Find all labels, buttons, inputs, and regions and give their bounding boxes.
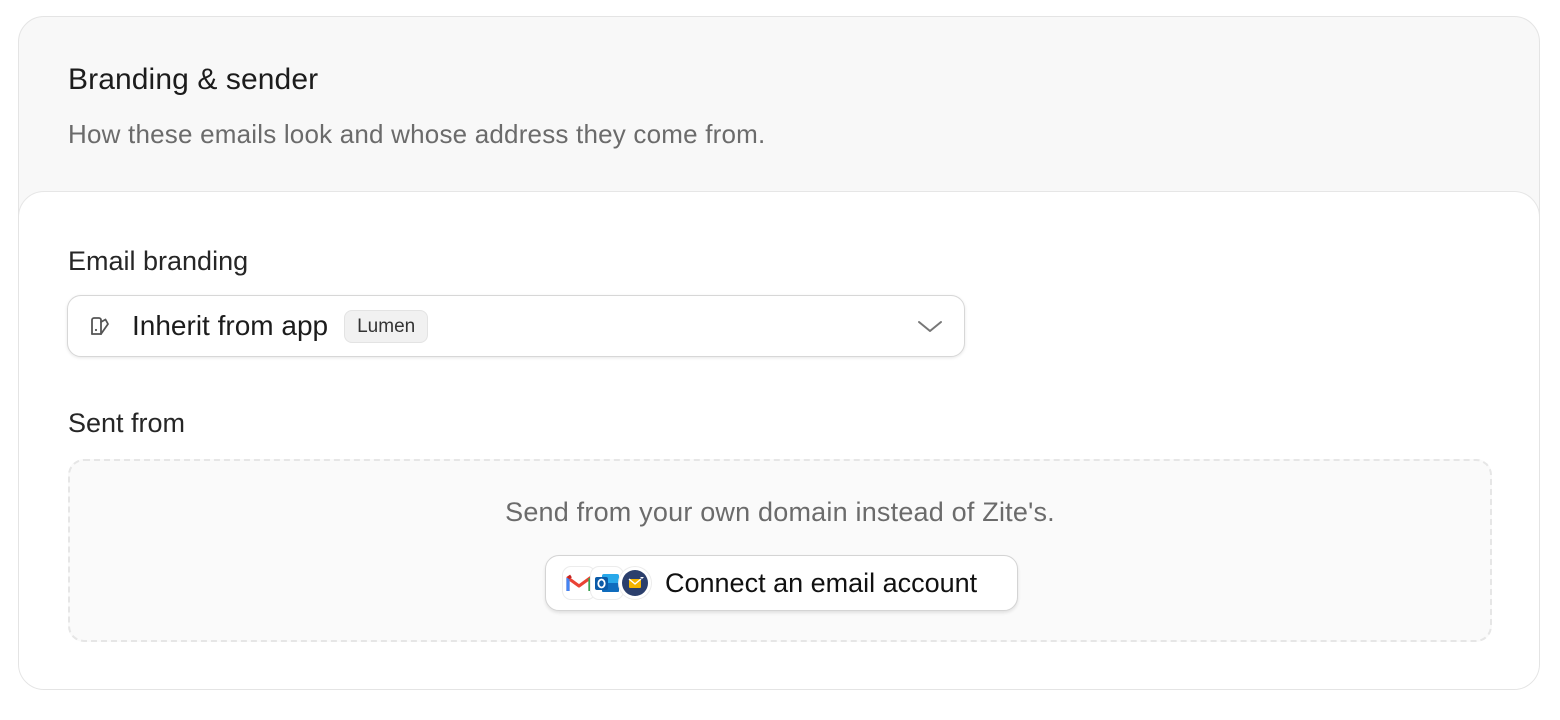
email-branding-select[interactable]: Inherit from app Lumen <box>67 295 965 357</box>
smtp-mail-icon <box>619 567 651 599</box>
app-name-badge: Lumen <box>344 309 429 343</box>
connect-email-account-button[interactable]: Connect an email account <box>545 555 1018 611</box>
card-body: Email branding Inherit from app Lumen Se… <box>19 191 1539 689</box>
branding-sender-card: Branding & sender How these emails look … <box>18 16 1540 690</box>
email-branding-value: Inherit from app <box>132 310 329 341</box>
card-header: Branding & sender How these emails look … <box>19 17 1539 192</box>
section-title: Branding & sender <box>68 63 319 96</box>
sent-from-empty-state: Send from your own domain instead of Zit… <box>68 459 1492 642</box>
palette-icon <box>88 314 112 338</box>
connect-button-label: Connect an email account <box>665 567 978 598</box>
sent-from-label: Sent from <box>68 408 186 438</box>
section-subtitle: How these emails look and whose address … <box>68 119 766 149</box>
email-branding-label: Email branding <box>68 246 249 276</box>
provider-icons <box>563 567 651 599</box>
sent-from-description: Send from your own domain instead of Zit… <box>505 497 1055 527</box>
chevron-down-icon <box>916 316 944 336</box>
